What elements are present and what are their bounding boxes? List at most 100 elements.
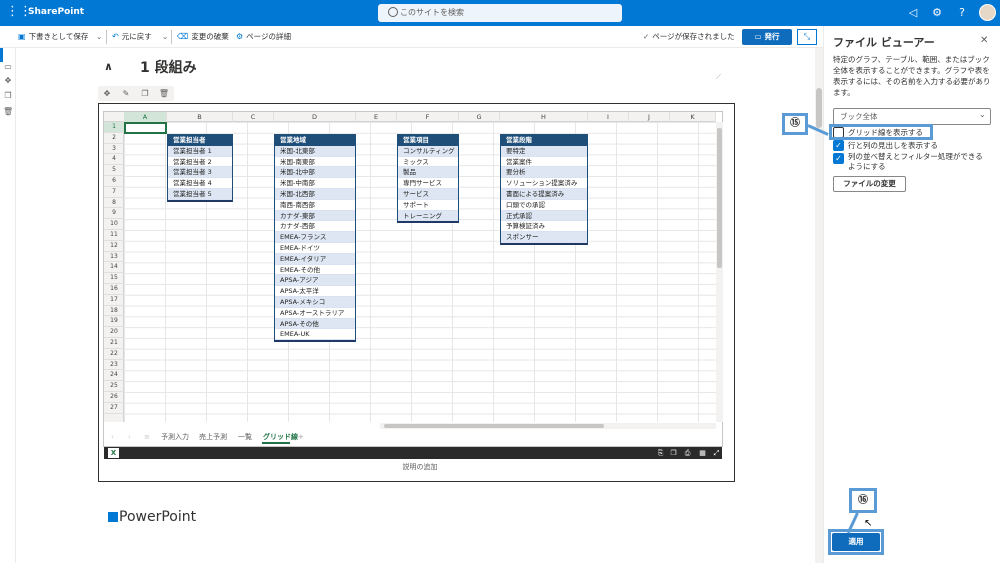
caption-input[interactable]: 説明の追加 [380, 462, 460, 472]
copy-icon[interactable]: ❐ [669, 448, 678, 458]
row-header[interactable]: 27 [104, 403, 124, 414]
table-row[interactable]: 営業担当者 4 [168, 178, 232, 189]
search-input[interactable]: このサイトを検索 [378, 4, 622, 22]
row-header[interactable]: 20 [104, 327, 124, 338]
table-row[interactable]: APSA-その他 [275, 318, 355, 330]
row-header[interactable]: 24 [104, 370, 124, 382]
table-row[interactable]: APSA-アジア [275, 275, 355, 287]
edit-pencil-icon[interactable]: ✎ [120, 88, 132, 99]
column-header[interactable]: F [397, 112, 459, 122]
page-details-button[interactable]: ⚙ ページの詳細 [236, 31, 291, 43]
row-header[interactable]: 8 [104, 198, 124, 209]
table-row[interactable]: 米国-中南部 [275, 178, 355, 189]
row-header[interactable]: 10 [104, 219, 124, 230]
powerpoint-heading[interactable]: PowerPoint [119, 509, 196, 525]
download-icon[interactable]: ⎘ [656, 448, 665, 458]
sort-filter-checkbox[interactable]: ✓ [833, 153, 844, 164]
selected-cell[interactable] [124, 122, 167, 134]
table-row[interactable]: サポート [398, 200, 458, 211]
row-header[interactable]: 6 [104, 176, 124, 187]
table-row[interactable]: トレーニング [398, 210, 458, 222]
column-header[interactable]: G [459, 112, 500, 122]
duplicate-icon[interactable]: ❐ [139, 88, 151, 99]
table-row[interactable]: 正式承認 [501, 210, 587, 222]
row-header[interactable]: 21 [104, 338, 124, 349]
excel-logo-icon[interactable]: X [108, 448, 119, 458]
avatar[interactable] [979, 4, 996, 21]
row-header[interactable]: 12 [104, 241, 124, 252]
trash-icon[interactable]: 🗑 [3, 107, 13, 117]
table-row[interactable]: 営業担当者 2 [168, 157, 232, 168]
table-row[interactable]: 要分析 [501, 167, 587, 179]
row-header[interactable]: 18 [104, 306, 124, 317]
headings-checkbox[interactable]: ✓ [833, 140, 844, 151]
table-row[interactable]: ミックス [398, 157, 458, 168]
column-header[interactable]: C [233, 112, 274, 122]
save-dropdown-chevron-icon[interactable]: ⌄ [96, 31, 102, 43]
row-header[interactable]: 14 [104, 262, 124, 274]
column-header[interactable]: E [356, 112, 397, 122]
add-sheet-button[interactable]: + [298, 431, 304, 444]
all-sheets-icon[interactable]: ≡ [144, 431, 150, 444]
row-header[interactable]: 1 [104, 122, 124, 133]
megaphone-icon[interactable]: ◁ [906, 6, 920, 20]
content-select[interactable]: ブック全体 [833, 108, 991, 125]
table-row[interactable]: 専門サービス [398, 178, 458, 189]
page-scroll-thumb[interactable] [816, 88, 822, 128]
row-header[interactable]: 3 [104, 144, 124, 155]
column-header[interactable]: I [588, 112, 629, 122]
table-row[interactable]: EMEA-その他 [275, 265, 355, 276]
table-row[interactable]: スポンサー [501, 232, 587, 243]
gear-icon[interactable]: ⚙ [930, 6, 944, 20]
horizontal-scroll-thumb[interactable] [384, 424, 604, 428]
column-header[interactable]: J [629, 112, 670, 122]
row-header[interactable]: 23 [104, 360, 124, 371]
move-icon[interactable]: ✥ [101, 88, 113, 99]
resize-handle-icon[interactable]: ⟋ [716, 73, 721, 82]
table-row[interactable]: コンサルティング [398, 145, 458, 157]
app-launcher-icon[interactable]: ⋮⋮ [6, 5, 32, 19]
row-header[interactable]: 15 [104, 273, 124, 284]
table-row[interactable]: 米国-北西部 [275, 188, 355, 200]
save-draft-button[interactable]: ▣ 下書きとして保存 [18, 31, 88, 43]
row-header[interactable]: 22 [104, 349, 124, 360]
table-row[interactable]: カナダ-西部 [275, 221, 355, 233]
sheet-tab[interactable]: 売上予測 [199, 431, 227, 444]
table-row[interactable]: 南西-南西部 [275, 200, 355, 211]
trash-icon[interactable]: 🗑 [158, 88, 170, 99]
sort-filter-label[interactable]: 列の並べ替えとフィルター処理ができるようにする [848, 152, 990, 172]
chevron-up-icon[interactable]: ∧ [104, 60, 113, 73]
table-row[interactable]: APSA-メキシコ [275, 296, 355, 308]
row-header[interactable]: 5 [104, 165, 124, 176]
app-name[interactable]: SharePoint [28, 7, 84, 17]
column-header[interactable]: B [167, 112, 233, 122]
table-row[interactable]: 製品 [398, 167, 458, 179]
row-header[interactable]: 4 [104, 154, 124, 166]
table-row[interactable]: 米国-北東部 [275, 145, 355, 157]
duplicate-icon[interactable]: ❐ [3, 91, 13, 101]
table-row[interactable]: EMEA-フランス [275, 232, 355, 243]
tab-next-icon[interactable]: › [128, 431, 131, 444]
table-row[interactable]: 営業担当者 3 [168, 167, 232, 179]
table-row[interactable]: EMEA-ドイツ [275, 243, 355, 254]
apply-button[interactable]: 適用 [832, 533, 880, 551]
headings-label[interactable]: 行と列の見出しを表示する [848, 140, 938, 151]
table-row[interactable]: 米国-北中部 [275, 167, 355, 179]
undo-button[interactable]: ↶ 元に戻す [112, 31, 152, 43]
table-row[interactable]: 要特定 [501, 145, 587, 157]
table-row[interactable]: ソリューション提案済み [501, 178, 587, 189]
table-row[interactable]: 営業案件 [501, 157, 587, 168]
table-row[interactable]: 営業担当者 1 [168, 145, 232, 157]
row-header[interactable]: 2 [104, 133, 124, 144]
collapse-panel-icon[interactable]: ⤡ [797, 29, 817, 45]
vertical-scroll-thumb[interactable] [717, 128, 722, 268]
row-header[interactable]: 26 [104, 392, 124, 403]
column-header[interactable]: D [274, 112, 356, 122]
undo-dropdown-chevron-icon[interactable]: ⌄ [162, 31, 168, 43]
table-row[interactable]: APSA-太平洋 [275, 286, 355, 297]
tab-prev-icon[interactable]: ‹ [111, 431, 114, 444]
table-row[interactable]: カナダ-東部 [275, 210, 355, 222]
discard-button[interactable]: ⌫ 変更の破棄 [177, 31, 229, 43]
table-row[interactable]: 予算検証済み [501, 221, 587, 233]
row-header[interactable]: 9 [104, 208, 124, 220]
